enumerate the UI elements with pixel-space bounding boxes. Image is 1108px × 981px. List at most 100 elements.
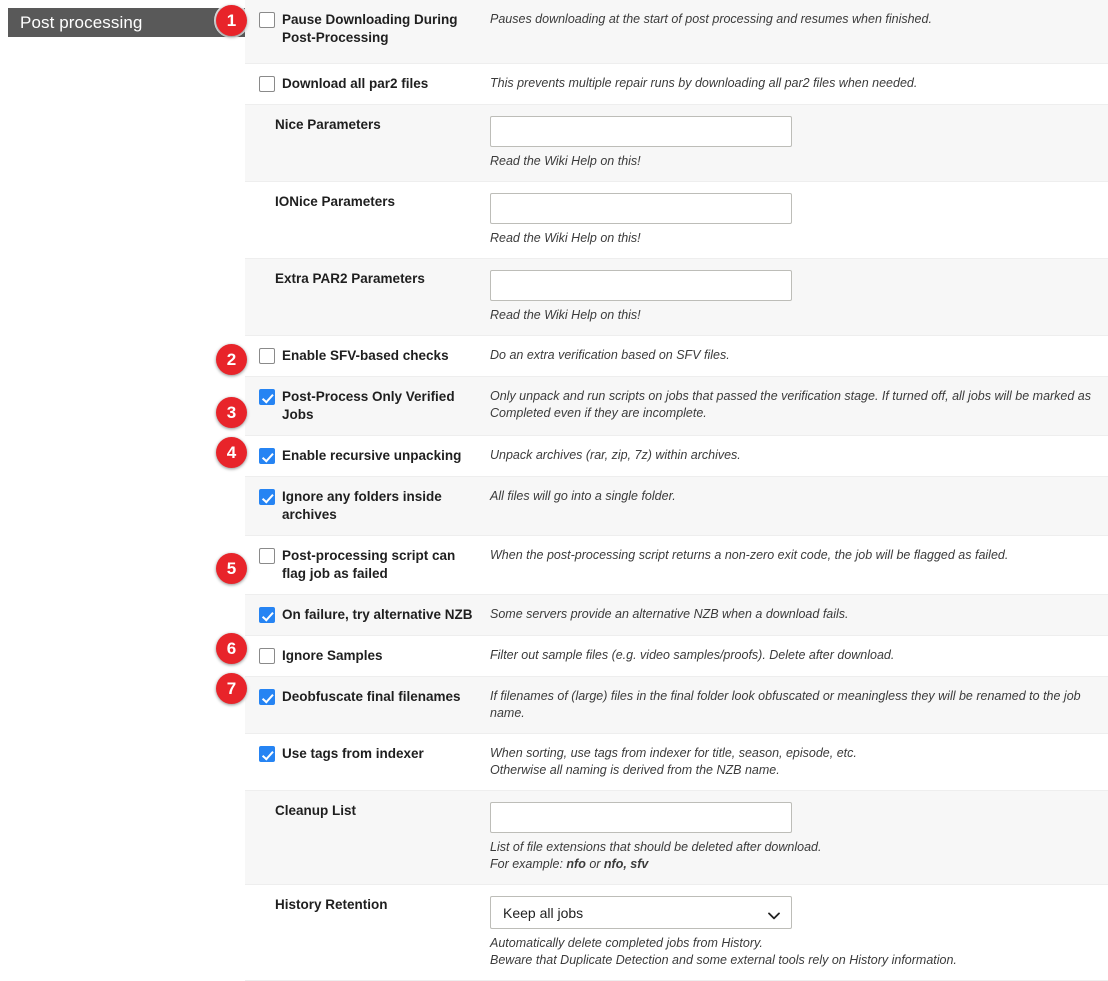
value-cell: Read the Wiki Help on this! <box>490 259 1108 335</box>
cleanup-list-input[interactable] <box>490 802 792 833</box>
value-cell: When the post-processing script returns … <box>490 536 1108 575</box>
setting-label: On failure, try alternative NZB <box>282 607 473 622</box>
label-cell: Enable recursive unpacking <box>245 436 490 476</box>
section-header: Post processing <box>8 8 245 37</box>
extra-par2-parameters-input[interactable] <box>490 270 792 301</box>
checkbox-enable-recursive-unpacking[interactable] <box>259 448 275 464</box>
checkbox-on-failure-try-alternative-nzb[interactable] <box>259 607 275 623</box>
label-cell: On failure, try alternative NZB <box>245 595 490 635</box>
ionice-parameters-input[interactable] <box>490 193 792 224</box>
example-prefix: For example: <box>490 857 567 871</box>
checkbox-use-tags-from-indexer[interactable] <box>259 746 275 762</box>
left-rail: Post processing <box>0 0 245 882</box>
setting-row-post-process-only-verified-jobs: Post-Process Only Verified Jobs Only unp… <box>245 377 1108 436</box>
label-cell: Extra PAR2 Parameters <box>245 259 490 299</box>
setting-help-secondary: For example: nfo or nfo, sfv <box>490 856 1100 873</box>
setting-help-secondary: Otherwise all naming is derived from the… <box>490 763 780 777</box>
setting-label: Pause Downloading During Post-Processing <box>282 12 458 45</box>
setting-label: Cleanup List <box>275 803 357 818</box>
setting-help-secondary: Beware that Duplicate Detection and some… <box>490 953 957 967</box>
setting-help: Only unpack and run scripts on jobs that… <box>490 389 1092 420</box>
value-cell: Keep all jobs Automatically delete compl… <box>490 885 1108 980</box>
checkbox-deobfuscate-final-filenames[interactable] <box>259 689 275 705</box>
settings-table: Pause Downloading During Post-Processing… <box>245 0 1108 981</box>
setting-help: Automatically delete completed jobs from… <box>490 936 763 950</box>
label-cell: Use tags from indexer <box>245 734 490 774</box>
setting-label: Post-Process Only Verified Jobs <box>282 389 455 422</box>
annotation-badge-1: 1 <box>216 5 247 36</box>
value-cell: All files will go into a single folder. <box>490 477 1108 516</box>
setting-help: Do an extra verification based on SFV fi… <box>490 348 730 362</box>
setting-row-on-failure-try-alternative-nzb: On failure, try alternative NZB Some ser… <box>245 595 1108 636</box>
label-cell: Ignore any folders inside archives <box>245 477 490 535</box>
setting-row-deobfuscate-final-filenames: Deobfuscate final filenames If filenames… <box>245 677 1108 734</box>
page-title: Post processing <box>20 12 143 32</box>
value-cell: List of file extensions that should be d… <box>490 791 1108 884</box>
setting-label: Deobfuscate final filenames <box>282 689 461 704</box>
setting-label: Enable SFV-based checks <box>282 348 449 363</box>
setting-label: IONice Parameters <box>275 194 396 209</box>
setting-row-post-processing-script-can-flag-job-as-failed: Post-processing script can flag job as f… <box>245 536 1108 595</box>
checkbox-ignore-any-folders-inside-archives[interactable] <box>259 489 275 505</box>
setting-row-ignore-samples: Ignore Samples Filter out sample files (… <box>245 636 1108 677</box>
history-retention-select[interactable]: Keep all jobs <box>490 896 792 929</box>
setting-help: Unpack archives (rar, zip, 7z) within ar… <box>490 448 741 462</box>
setting-help: Some servers provide an alternative NZB … <box>490 607 849 621</box>
annotation-badge-7: 7 <box>216 673 247 704</box>
checkbox-post-processing-script-can-flag-job-as-failed[interactable] <box>259 548 275 564</box>
setting-help: This prevents multiple repair runs by do… <box>490 76 918 90</box>
setting-help: List of file extensions that should be d… <box>490 840 822 854</box>
label-cell: Download all par2 files <box>245 64 490 104</box>
setting-row-cleanup-list: Cleanup List List of file extensions tha… <box>245 791 1108 885</box>
annotation-badge-5: 5 <box>216 553 247 584</box>
setting-label: Use tags from indexer <box>282 746 424 761</box>
annotation-badge-6: 6 <box>216 633 247 664</box>
checkbox-post-process-only-verified-jobs[interactable] <box>259 389 275 405</box>
setting-row-pause-downloading: Pause Downloading During Post-Processing… <box>245 0 1108 64</box>
setting-label: History Retention <box>275 897 388 912</box>
annotation-badge-2: 2 <box>216 344 247 375</box>
example-conjunction: or <box>585 857 604 871</box>
setting-help: Read the Wiki Help on this! <box>490 154 641 168</box>
checkbox-ignore-samples[interactable] <box>259 648 275 664</box>
setting-help: Read the Wiki Help on this! <box>490 231 641 245</box>
setting-row-ignore-any-folders-inside-archives: Ignore any folders inside archives All f… <box>245 477 1108 536</box>
value-cell: This prevents multiple repair runs by do… <box>490 64 1108 103</box>
example-value-2: nfo, sfv <box>603 857 649 871</box>
checkbox-enable-sfv-based-checks[interactable] <box>259 348 275 364</box>
value-cell: Pauses downloading at the start of post … <box>490 0 1108 39</box>
setting-row-use-tags-from-indexer: Use tags from indexer When sorting, use … <box>245 734 1108 791</box>
value-cell: Some servers provide an alternative NZB … <box>490 595 1108 634</box>
annotation-badge-3: 3 <box>216 397 247 428</box>
setting-label: Enable recursive unpacking <box>282 448 462 463</box>
setting-help: Read the Wiki Help on this! <box>490 308 641 322</box>
setting-row-enable-recursive-unpacking: Enable recursive unpacking Unpack archiv… <box>245 436 1108 477</box>
label-cell: Deobfuscate final filenames <box>245 677 490 717</box>
checkbox-pause-downloading-during-post-processing[interactable] <box>259 12 275 28</box>
value-cell: Do an extra verification based on SFV fi… <box>490 336 1108 375</box>
setting-row-download-all-par2: Download all par2 files This prevents mu… <box>245 64 1108 105</box>
setting-label: Nice Parameters <box>275 117 381 132</box>
setting-label: Ignore any folders inside archives <box>282 489 442 522</box>
setting-help: When the post-processing script returns … <box>490 548 1009 562</box>
value-cell: Filter out sample files (e.g. video samp… <box>490 636 1108 675</box>
label-cell: Enable SFV-based checks <box>245 336 490 376</box>
value-cell: If filenames of (large) files in the fin… <box>490 677 1108 733</box>
setting-row-nice-parameters: Nice Parameters Read the Wiki Help on th… <box>245 105 1108 182</box>
label-cell: History Retention <box>245 885 490 925</box>
setting-label: Extra PAR2 Parameters <box>275 271 425 286</box>
label-cell: Post-processing script can flag job as f… <box>245 536 490 594</box>
setting-label: Ignore Samples <box>282 648 383 663</box>
label-cell: Post-Process Only Verified Jobs <box>245 377 490 435</box>
label-cell: Ignore Samples <box>245 636 490 676</box>
label-cell: IONice Parameters <box>245 182 490 222</box>
checkbox-download-all-par2-files[interactable] <box>259 76 275 92</box>
nice-parameters-input[interactable] <box>490 116 792 147</box>
setting-help: If filenames of (large) files in the fin… <box>490 689 1081 720</box>
history-retention-select-wrap: Keep all jobs <box>490 896 792 929</box>
setting-row-enable-sfv-based-checks: Enable SFV-based checks Do an extra veri… <box>245 336 1108 377</box>
value-cell: Read the Wiki Help on this! <box>490 182 1108 258</box>
label-cell: Nice Parameters <box>245 105 490 145</box>
setting-row-ionice-parameters: IONice Parameters Read the Wiki Help on … <box>245 182 1108 259</box>
value-cell: Read the Wiki Help on this! <box>490 105 1108 181</box>
